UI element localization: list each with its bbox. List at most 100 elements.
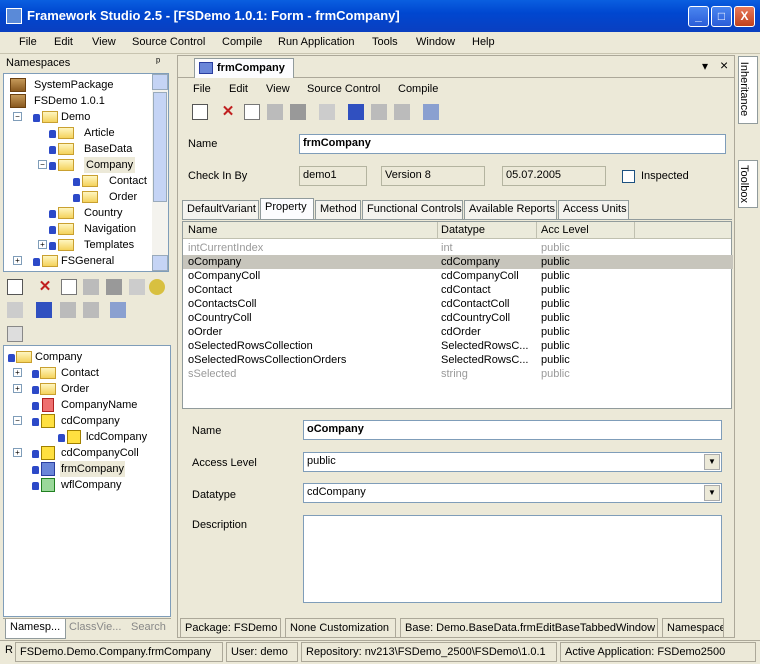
grid-row[interactable]: oCountryColl cdCountryColl public (183, 311, 733, 325)
grid-row[interactable]: oCompany cdCompany public (183, 255, 733, 269)
tab-classview[interactable]: ClassVie... (69, 621, 121, 633)
save-icon[interactable] (106, 279, 122, 295)
tree-node-templates[interactable]: + Templates (8, 237, 148, 253)
menu-file[interactable]: File (19, 36, 37, 48)
tree-node-company[interactable]: − Company (8, 157, 148, 173)
col-acclevel-header[interactable]: Acc Level (541, 224, 589, 236)
tree-node-navigation[interactable]: Navigation (8, 221, 148, 237)
menu-source-control[interactable]: Source Control (132, 36, 205, 48)
menu-edit[interactable]: Edit (54, 36, 73, 48)
history-icon[interactable] (83, 302, 99, 318)
maximize-button[interactable]: □ (711, 6, 732, 27)
tree-node-contact[interactable]: Contact (8, 173, 148, 189)
tree-node-article[interactable]: Article (8, 125, 148, 141)
new-icon[interactable] (7, 279, 23, 295)
grid-row[interactable]: intCurrentIndex int public (183, 241, 733, 255)
tree-node-country[interactable]: Country (8, 205, 148, 221)
dropdown-arrow-icon[interactable]: ▼ (704, 485, 720, 501)
plugin-icon[interactable] (267, 104, 283, 120)
access-level-select[interactable]: public ▼ (303, 452, 722, 472)
tab-dropdown-icon[interactable]: ▾ (702, 59, 708, 73)
class-node-lcdcompany[interactable]: lcdCompany (6, 429, 156, 445)
tab-defaultvariant[interactable]: DefaultVariant (182, 200, 259, 219)
expand-icon[interactable]: + (13, 384, 22, 393)
copy-icon[interactable] (244, 104, 260, 120)
copy-icon[interactable] (61, 279, 77, 295)
doc-menu-source-control[interactable]: Source Control (307, 83, 380, 95)
collapse-icon[interactable]: − (38, 160, 47, 169)
scroll-down-icon[interactable] (152, 255, 168, 271)
col-datatype-header[interactable]: Datatype (441, 224, 485, 236)
close-button[interactable]: X (734, 6, 755, 27)
tab-access-units[interactable]: Access Units (558, 200, 629, 219)
dropdown-arrow-icon[interactable]: ▼ (704, 454, 720, 470)
description-textarea[interactable] (303, 515, 722, 603)
scroll-thumb[interactable] (153, 92, 167, 202)
undo-icon[interactable] (319, 104, 335, 120)
name-field[interactable]: frmCompany (299, 134, 726, 154)
class-node-companyname[interactable]: CompanyName (6, 397, 156, 413)
window-icon[interactable] (7, 326, 23, 342)
tree-scrollbar[interactable] (152, 74, 168, 271)
tab-namespaces[interactable]: Namesp... (5, 619, 66, 639)
inspected-checkbox[interactable] (622, 170, 635, 183)
grid-row[interactable]: oSelectedRowsCollectionOrders SelectedRow… (183, 353, 733, 367)
menu-run-application[interactable]: Run Application (278, 36, 354, 48)
class-node-frmcompany[interactable]: frmCompany (6, 461, 156, 477)
class-node-company[interactable]: Company (6, 349, 156, 365)
document-tab[interactable]: frmCompany (194, 58, 294, 78)
grid-row[interactable]: oContactsColl cdContactColl public (183, 297, 733, 311)
pin-icon[interactable]: ᵖ (156, 56, 160, 68)
tab-method[interactable]: Method (315, 200, 361, 219)
menu-window[interactable]: Window (416, 36, 455, 48)
doc-menu-edit[interactable]: Edit (229, 83, 248, 95)
new-icon[interactable] (192, 104, 208, 120)
expand-icon[interactable]: + (13, 368, 22, 377)
col-name-header[interactable]: Name (188, 224, 217, 236)
menu-compile[interactable]: Compile (222, 36, 262, 48)
toolbox-side-tab[interactable]: Toolbox (738, 160, 758, 208)
tree-node-systempackage[interactable]: SystemPackage (8, 77, 148, 93)
tree-node-fsgeneral[interactable]: + FSGeneral (8, 253, 148, 269)
doc-menu-view[interactable]: View (266, 83, 290, 95)
doc-menu-compile[interactable]: Compile (398, 83, 438, 95)
checkin-icon[interactable] (371, 104, 387, 120)
grid-row[interactable]: oSelectedRowsCollection SelectedRowsC... p… (183, 339, 733, 353)
class-node-cdcompany[interactable]: − cdCompany (6, 413, 156, 429)
collapse-icon[interactable]: − (13, 416, 22, 425)
grid-row[interactable]: oContact cdContact public (183, 283, 733, 297)
view-icon[interactable] (110, 302, 126, 318)
class-node-cdcompanycoll[interactable]: + cdCompanyColl (6, 445, 156, 461)
checkout-icon[interactable] (36, 302, 52, 318)
inheritance-side-tab[interactable]: Inheritance (738, 56, 758, 124)
menu-tools[interactable]: Tools (372, 36, 398, 48)
settings-icon[interactable] (149, 279, 165, 295)
collapse-icon[interactable]: − (13, 112, 22, 121)
tab-functional-controls[interactable]: Functional Controls (362, 200, 463, 219)
undo-icon[interactable] (7, 302, 23, 318)
delete-icon[interactable]: ✕ (220, 104, 236, 120)
menu-view[interactable]: View (92, 36, 116, 48)
doc-menu-file[interactable]: File (193, 83, 211, 95)
grid-row[interactable]: oOrder cdOrder public (183, 325, 733, 339)
save-icon[interactable] (290, 104, 306, 120)
save-all-icon[interactable] (129, 279, 145, 295)
expand-icon[interactable]: + (38, 240, 47, 249)
tree-node-fsdemo[interactable]: FSDemo 1.0.1 (8, 93, 148, 109)
grid-view-icon[interactable] (423, 104, 439, 120)
tree-node-order[interactable]: Order (8, 189, 148, 205)
tab-close-icon[interactable]: × (720, 57, 728, 73)
minimize-button[interactable]: _ (688, 6, 709, 27)
plugin-icon[interactable] (83, 279, 99, 295)
menu-help[interactable]: Help (472, 36, 495, 48)
grid-row[interactable]: sSelected string public (183, 367, 733, 381)
datatype-select[interactable]: cdCompany ▼ (303, 483, 722, 503)
tab-search[interactable]: Search (131, 621, 166, 633)
scroll-up-icon[interactable] (152, 74, 168, 90)
grid-row[interactable]: oCompanyColl cdCompanyColl public (183, 269, 733, 283)
class-node-contact[interactable]: + Contact (6, 365, 156, 381)
tab-property[interactable]: Property (260, 198, 314, 219)
class-node-order[interactable]: + Order (6, 381, 156, 397)
checkin-icon[interactable] (60, 302, 76, 318)
class-node-wflcompany[interactable]: wflCompany (6, 477, 156, 493)
